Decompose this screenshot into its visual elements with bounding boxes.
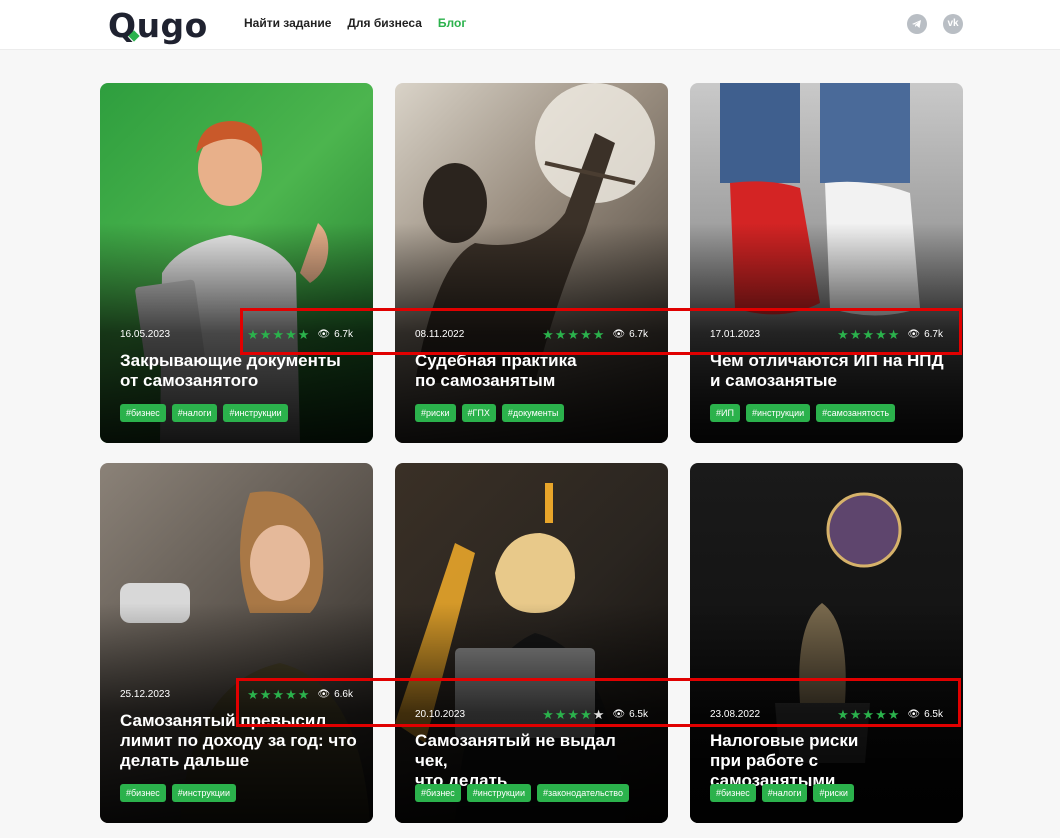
card-tags: #бизнес #налоги #инструкции: [120, 404, 288, 422]
tag[interactable]: #ИП: [710, 404, 740, 422]
card-tags: #риски #ГПХ #документы: [415, 404, 565, 422]
card-tags: #бизнес #инструкции: [120, 784, 236, 802]
tag[interactable]: #налоги: [761, 784, 808, 802]
card-tags: #бизнес #налоги #риски: [710, 784, 854, 802]
tag[interactable]: #законодательство: [536, 784, 629, 802]
tag[interactable]: #бизнес: [415, 784, 461, 802]
vk-icon[interactable]: vk: [943, 14, 963, 34]
tag[interactable]: #инструкции: [171, 784, 236, 802]
tag[interactable]: #инструкции: [223, 404, 288, 422]
main-nav: Найти задание Для бизнеса Блог: [244, 16, 466, 30]
tag[interactable]: #бизнес: [120, 404, 166, 422]
nav-for-business[interactable]: Для бизнеса: [347, 16, 422, 30]
card-title[interactable]: Чем отличаются ИП на НПД и самозанятые: [710, 351, 947, 391]
tag[interactable]: #риски: [813, 784, 854, 802]
card-title[interactable]: Налоговые риски при работе с самозанятым…: [710, 731, 947, 791]
card-title[interactable]: Закрывающие документы от самозанятого: [120, 351, 357, 391]
card-tags: #ИП #инструкции #самозанятость: [710, 404, 896, 422]
highlight-box: [236, 678, 961, 727]
tag[interactable]: #инструкции: [745, 404, 811, 422]
site-header: Qugo Найти задание Для бизнеса Блог vk: [0, 0, 1060, 50]
highlight-box: [240, 308, 962, 355]
tag[interactable]: #бизнес: [710, 784, 756, 802]
tag[interactable]: #бизнес: [120, 784, 166, 802]
tag[interactable]: #инструкции: [466, 784, 531, 802]
article-card[interactable]: 25.12.2023 ★ ★ ★ ★ ★ 👁 6.6k Самозанятый превы…: [100, 463, 373, 823]
nav-find-task[interactable]: Найти задание: [244, 16, 331, 30]
tag[interactable]: #ГПХ: [461, 404, 496, 422]
tag[interactable]: #самозанятость: [816, 404, 896, 422]
article-card[interactable]: 23.08.2022 ★ ★ ★ ★ ★ 👁 6.5k Налоговые риски п…: [690, 463, 963, 823]
card-date: 16.05.2023: [120, 329, 171, 340]
card-date: 25.12.2023: [120, 689, 171, 700]
telegram-icon[interactable]: [907, 14, 927, 34]
article-card[interactable]: 20.10.2023 ★ ★ ★ ★ ★ 👁 6.5k Самозанятый не вы…: [395, 463, 668, 823]
tag[interactable]: #налоги: [171, 404, 218, 422]
tag[interactable]: #риски: [415, 404, 456, 422]
article-card[interactable]: 08.11.2022 ★ ★ ★ ★ ★ 👁 6.7k Судебная практика…: [395, 83, 668, 443]
card-tags: #бизнес #инструкции #законодательство: [415, 784, 629, 802]
qugo-logo[interactable]: Qugo: [108, 6, 208, 45]
nav-blog[interactable]: Блог: [438, 16, 466, 30]
card-title[interactable]: Судебная практика по самозанятым: [415, 351, 652, 391]
article-card[interactable]: 17.01.2023 ★ ★ ★ ★ ★ 👁 6.7k Чем отличаются ИП…: [690, 83, 963, 443]
tag[interactable]: #документы: [501, 404, 565, 422]
article-card[interactable]: 16.05.2023 ★ ★ ★ ★ ★ 👁 6.7k Закрывающие докум…: [100, 83, 373, 443]
card-title[interactable]: Самозанятый не выдал чек, что делать: [415, 731, 652, 791]
